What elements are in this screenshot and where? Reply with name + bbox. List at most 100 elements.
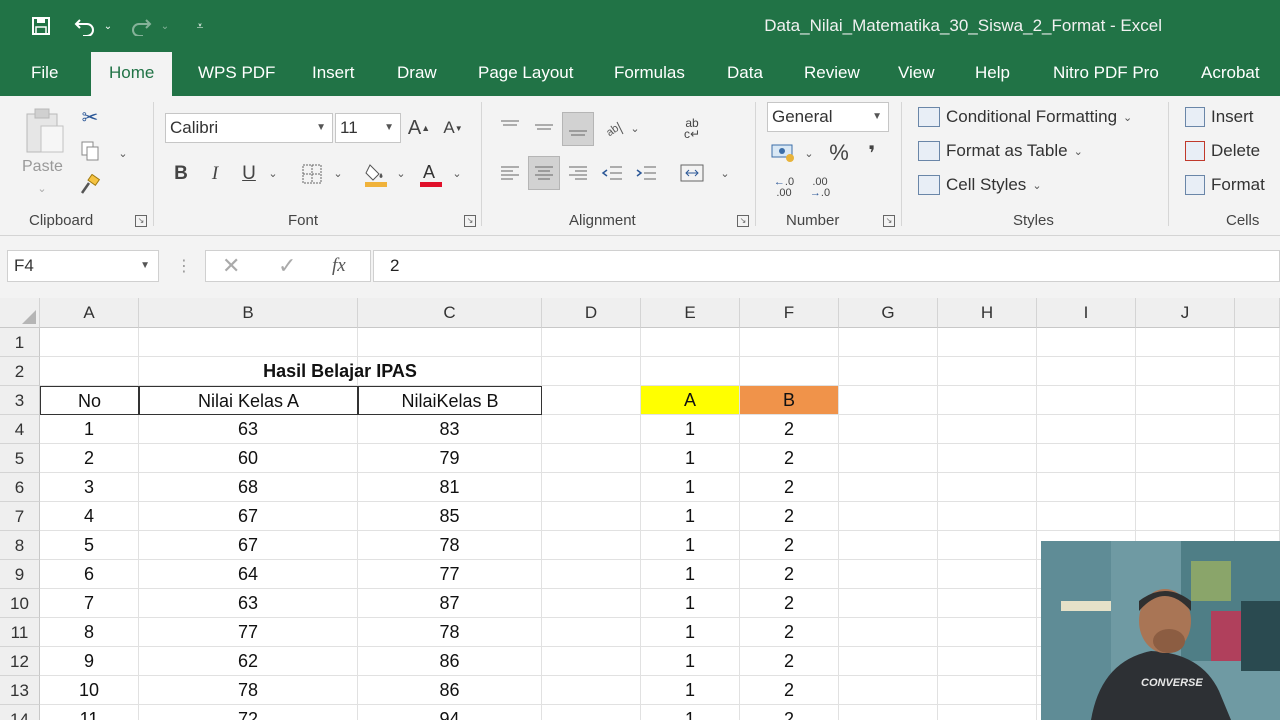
cancel-icon[interactable]: ✕ — [222, 253, 240, 279]
empty-cell[interactable] — [358, 328, 542, 357]
data-cell[interactable]: 1 — [641, 415, 740, 444]
empty-cell[interactable] — [1037, 386, 1136, 415]
borders-dropdown-icon[interactable]: ⌄ — [331, 166, 345, 180]
font-name-combo[interactable]: Calibri ▼ — [165, 113, 333, 143]
empty-cell[interactable] — [938, 676, 1037, 705]
row-header-9[interactable]: 9 — [0, 560, 40, 589]
empty-cell[interactable] — [839, 357, 938, 386]
empty-cell[interactable] — [1037, 473, 1136, 502]
data-cell[interactable]: 2 — [740, 647, 839, 676]
orientation-dropdown-icon[interactable]: ⌄ — [629, 122, 641, 135]
insert-cells-button[interactable]: Insert — [1185, 103, 1254, 131]
save-icon[interactable] — [28, 12, 54, 40]
empty-cell[interactable] — [938, 473, 1037, 502]
empty-cell[interactable] — [1136, 473, 1235, 502]
data-cell[interactable]: 2 — [740, 560, 839, 589]
empty-cell[interactable] — [1136, 386, 1235, 415]
data-cell[interactable]: 77 — [358, 560, 542, 589]
italic-button[interactable]: I — [202, 160, 228, 188]
data-cell[interactable]: 1 — [641, 444, 740, 473]
empty-cell[interactable] — [1235, 473, 1280, 502]
data-cell[interactable]: 62 — [139, 647, 358, 676]
empty-cell[interactable] — [1235, 415, 1280, 444]
empty-cell[interactable] — [1136, 502, 1235, 531]
data-cell[interactable]: 5 — [40, 531, 139, 560]
data-cell[interactable]: 2 — [740, 502, 839, 531]
row-header-11[interactable]: 11 — [0, 618, 40, 647]
copy-icon[interactable] — [78, 138, 102, 164]
bold-button[interactable]: B — [168, 160, 194, 188]
column-header-d[interactable]: D — [542, 298, 641, 328]
data-cell[interactable]: 10 — [40, 676, 139, 705]
table-header-cell[interactable]: No — [40, 386, 139, 415]
clipboard-launcher-icon[interactable]: ↘ — [135, 215, 147, 227]
tab-home[interactable]: Home — [91, 52, 173, 96]
data-cell[interactable]: 67 — [139, 502, 358, 531]
empty-cell[interactable] — [542, 676, 641, 705]
format-cells-button[interactable]: Format — [1185, 171, 1265, 199]
data-cell[interactable]: 2 — [740, 444, 839, 473]
empty-cell[interactable] — [542, 502, 641, 531]
empty-cell[interactable] — [1037, 357, 1136, 386]
empty-cell[interactable] — [839, 386, 938, 415]
empty-cell[interactable] — [839, 676, 938, 705]
column-header-f[interactable]: F — [740, 298, 839, 328]
data-cell[interactable]: 1 — [641, 618, 740, 647]
data-cell[interactable]: 1 — [641, 647, 740, 676]
empty-cell[interactable] — [938, 618, 1037, 647]
data-cell[interactable]: 7 — [40, 589, 139, 618]
decrease-indent-icon[interactable] — [598, 158, 626, 188]
empty-cell[interactable] — [641, 357, 740, 386]
empty-cell[interactable] — [1235, 357, 1280, 386]
tab-view[interactable]: View — [898, 52, 935, 96]
data-cell[interactable]: 87 — [358, 589, 542, 618]
table-title[interactable]: Hasil Belajar IPAS — [139, 357, 542, 386]
data-cell[interactable]: 1 — [40, 415, 139, 444]
empty-cell[interactable] — [938, 705, 1037, 720]
column-header-j[interactable]: J — [1136, 298, 1235, 328]
column-header-e[interactable]: E — [641, 298, 740, 328]
merge-center-icon[interactable] — [678, 158, 706, 188]
empty-cell[interactable] — [839, 444, 938, 473]
row-header-13[interactable]: 13 — [0, 676, 40, 705]
data-cell[interactable]: 78 — [358, 618, 542, 647]
empty-cell[interactable] — [542, 560, 641, 589]
data-cell[interactable]: 63 — [139, 415, 358, 444]
enter-icon[interactable]: ✓ — [278, 253, 296, 279]
redo-icon[interactable] — [128, 12, 154, 40]
data-cell[interactable]: 1 — [641, 473, 740, 502]
conditional-formatting-button[interactable]: Conditional Formatting ⌄ — [918, 103, 1132, 131]
empty-cell[interactable] — [938, 415, 1037, 444]
empty-cell[interactable] — [1136, 328, 1235, 357]
column-header-i[interactable]: I — [1037, 298, 1136, 328]
comma-style-button[interactable]: ❜ — [862, 140, 882, 166]
borders-icon[interactable] — [299, 160, 325, 188]
empty-cell[interactable] — [740, 357, 839, 386]
empty-cell[interactable] — [1037, 328, 1136, 357]
data-cell[interactable]: 6 — [40, 560, 139, 589]
data-cell[interactable]: 2 — [740, 531, 839, 560]
copy-dropdown-icon[interactable]: ⌄ — [116, 146, 130, 160]
empty-cell[interactable] — [1235, 444, 1280, 473]
empty-cell[interactable] — [938, 444, 1037, 473]
empty-cell[interactable] — [839, 647, 938, 676]
name-box[interactable]: F4 ▼ — [7, 250, 159, 282]
empty-cell[interactable] — [542, 647, 641, 676]
data-cell[interactable]: 3 — [40, 473, 139, 502]
data-cell[interactable]: 78 — [139, 676, 358, 705]
row-header-8[interactable]: 8 — [0, 531, 40, 560]
empty-cell[interactable] — [542, 328, 641, 357]
data-cell[interactable]: 2 — [740, 473, 839, 502]
data-cell[interactable]: 8 — [40, 618, 139, 647]
data-cell[interactable]: 2 — [740, 415, 839, 444]
tab-wps-pdf[interactable]: WPS PDF — [198, 52, 275, 96]
empty-cell[interactable] — [139, 328, 358, 357]
data-cell[interactable]: 2 — [40, 444, 139, 473]
tab-insert[interactable]: Insert — [312, 52, 355, 96]
data-cell[interactable]: 72 — [139, 705, 358, 720]
underline-button[interactable]: U — [236, 160, 262, 188]
empty-cell[interactable] — [839, 415, 938, 444]
empty-cell[interactable] — [938, 328, 1037, 357]
fill-color-dropdown-icon[interactable]: ⌄ — [394, 166, 408, 180]
tab-draw[interactable]: Draw — [397, 52, 437, 96]
